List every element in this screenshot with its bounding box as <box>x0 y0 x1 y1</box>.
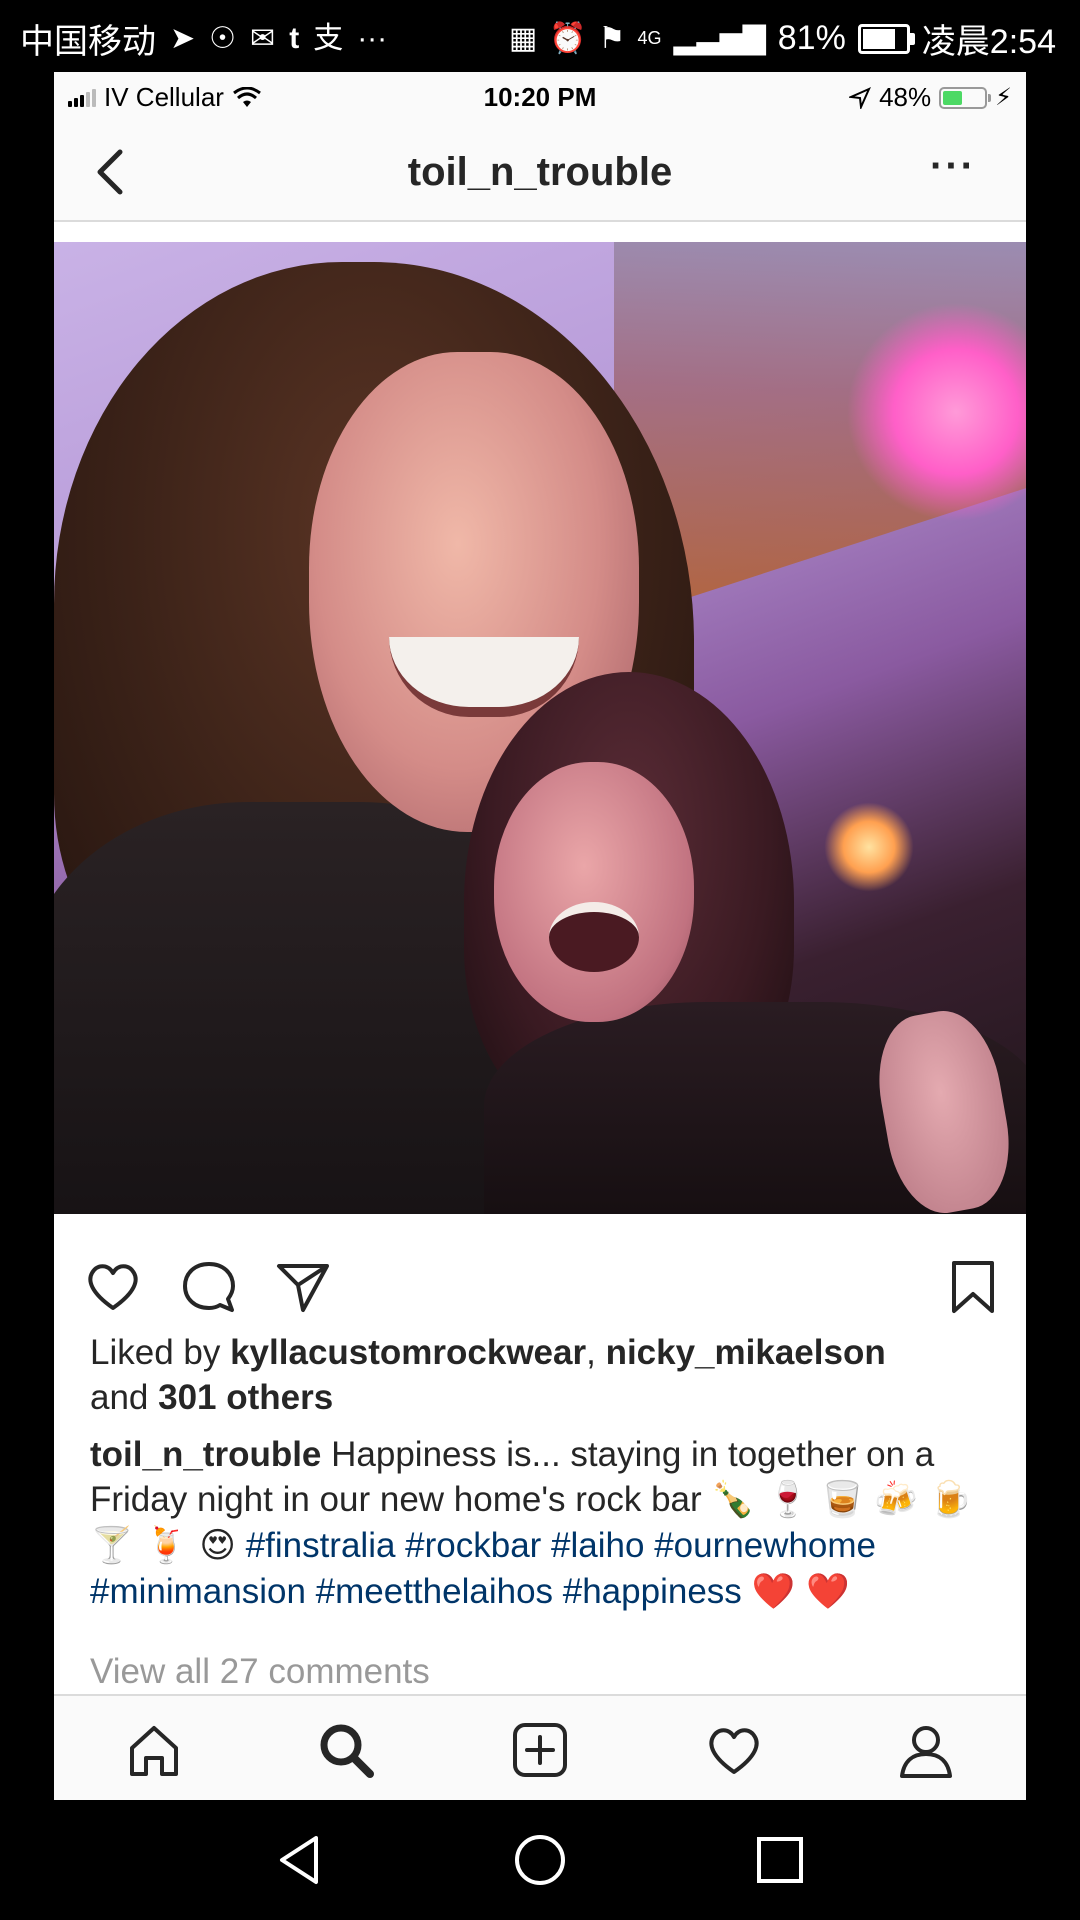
post-caption: toil_n_trouble Happiness is... staying i… <box>90 1432 990 1615</box>
charging-bolt-icon: ⚡ <box>995 84 1012 111</box>
carrier-label: 中国移动 <box>20 23 156 61</box>
alipay-icon: 支 <box>313 21 344 55</box>
liker-link[interactable]: kyllacustomrockwear <box>230 1333 586 1372</box>
more-notifications-icon: ··· <box>357 21 388 55</box>
profile-icon[interactable] <box>896 1720 956 1780</box>
bookmark-icon[interactable] <box>944 1258 1002 1316</box>
ios-battery-fill <box>943 90 963 105</box>
battery-icon <box>857 23 915 54</box>
signal-icon: ▂▃▅▇ <box>673 21 766 55</box>
caption-username[interactable]: toil_n_trouble <box>90 1435 321 1474</box>
new-post-icon[interactable] <box>510 1720 570 1780</box>
caption-drink-emojis: 🍾 🍷 🥃 <box>711 1480 865 1520</box>
battery-fill <box>862 28 895 49</box>
tumblr-icon: t <box>289 21 300 55</box>
post-photo[interactable] <box>54 242 1026 1214</box>
photo-warm-light <box>824 802 914 892</box>
key-icon: ⚑ <box>598 21 626 55</box>
post-action-bar <box>54 1232 1026 1332</box>
others-link[interactable]: 301 others <box>158 1378 333 1417</box>
likes-summary: Liked by kyllacustomrockwear, nicky_mika… <box>90 1330 990 1420</box>
android-recents-icon[interactable] <box>752 1832 808 1888</box>
likes-separator: , <box>586 1333 606 1372</box>
home-icon[interactable] <box>124 1720 184 1780</box>
more-options-icon[interactable]: ··· <box>930 144 976 189</box>
android-status-right: ▦ ⏰ ⚑ 4G ▂▃▅▇ 81% 凌晨2:54 <box>509 14 1056 63</box>
android-navigation-bar <box>0 1800 1080 1920</box>
weibo-icon: ☉ <box>209 21 237 55</box>
alarm-icon: ⏰ <box>549 21 587 55</box>
like-heart-icon[interactable] <box>84 1258 142 1316</box>
comment-bubble-icon[interactable] <box>180 1258 238 1316</box>
likes-prefix: Liked by <box>90 1333 231 1372</box>
paper-plane-icon: ➤ <box>170 21 196 55</box>
caption-hearts: ❤️ ❤️ <box>751 1572 850 1612</box>
android-status-bar: 中国移动 ➤ ☉ ✉ t 支 ··· ▦ ⏰ ⚑ 4G ▂▃▅▇ 81% 凌晨2… <box>0 0 1080 72</box>
bottom-tab-bar <box>54 1694 1026 1800</box>
clock: 凌晨2:54 <box>921 23 1056 61</box>
ios-battery-icon <box>939 86 992 109</box>
ios-status-bar: IV Cellular 10:20 PM 48% ⚡ <box>54 72 1026 122</box>
instagram-screenshot: IV Cellular 10:20 PM 48% ⚡ toil_n_troubl… <box>54 72 1026 1800</box>
share-paper-plane-icon[interactable] <box>274 1258 332 1316</box>
android-status-left: 中国移动 ➤ ☉ ✉ t 支 ··· <box>20 14 387 63</box>
mail-icon: ✉ <box>250 21 276 55</box>
location-arrow-icon <box>849 86 872 109</box>
photo-woman-face <box>494 762 694 1022</box>
page-title: toil_n_trouble <box>407 150 673 194</box>
battery-percent: 81% <box>777 19 846 57</box>
view-comments-link[interactable]: View all 27 comments <box>90 1652 430 1692</box>
search-icon[interactable] <box>316 1720 376 1780</box>
photo-woman-mouth <box>549 902 639 972</box>
likes-and: and <box>90 1378 159 1417</box>
activity-heart-icon[interactable] <box>704 1720 764 1780</box>
liker-link[interactable]: nicky_mikaelson <box>606 1333 886 1372</box>
android-home-icon[interactable] <box>512 1832 568 1888</box>
vibrate-icon: ▦ <box>508 21 538 55</box>
android-back-icon[interactable] <box>272 1832 328 1888</box>
network-type: 4G <box>637 28 662 48</box>
ios-status-right: 48% ⚡ <box>849 82 1012 113</box>
ios-battery-percent: 48% <box>879 82 932 112</box>
post-header: toil_n_trouble ··· <box>54 122 1026 222</box>
